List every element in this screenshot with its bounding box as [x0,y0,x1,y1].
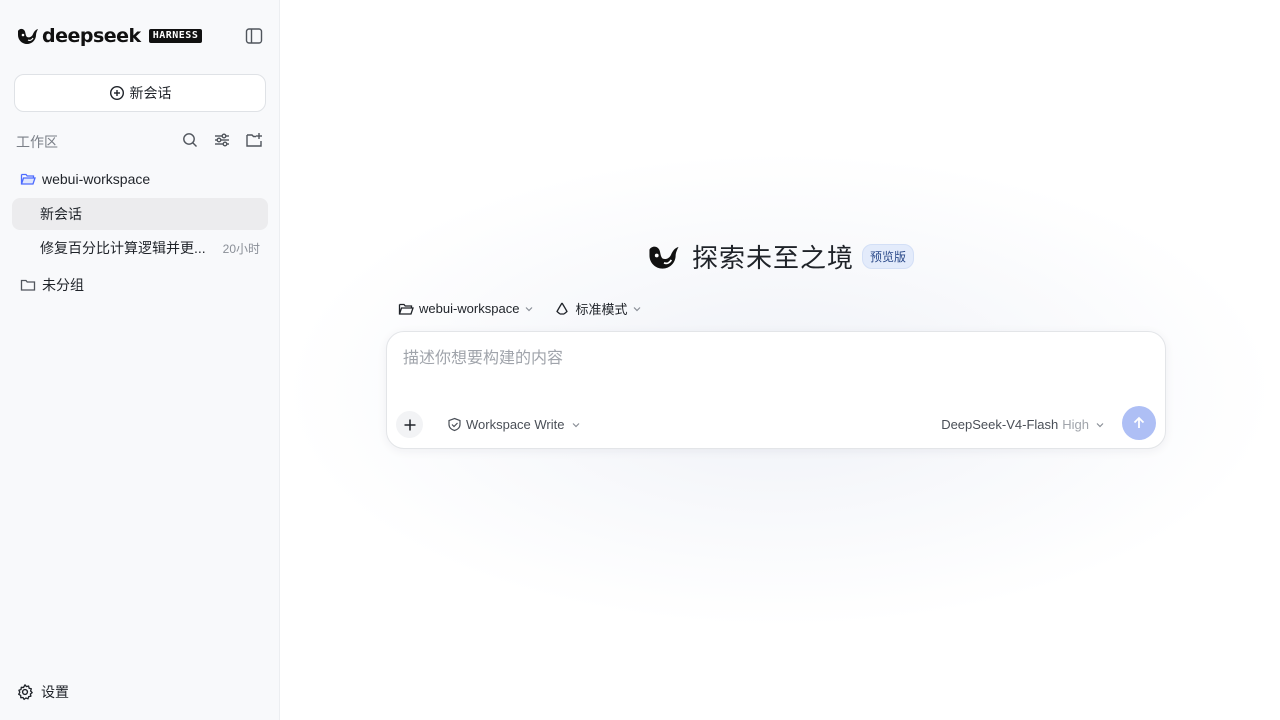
search-icon[interactable] [180,130,200,150]
brand-badge: HARNESS [148,29,203,43]
shield-check-icon [448,417,461,432]
preview-badge: 预览版 [862,244,915,269]
folder-open-icon [20,173,36,185]
context-selectors: webui-workspace 标准模式 [398,299,662,318]
mode-selector-label: 标准模式 [575,302,628,317]
hero-heading: 探索未至之境 预览版 [646,238,915,275]
model-name: DeepSeek-V4-Flash [941,417,1059,432]
main-area: 探索未至之境 预览版 webui-workspace 标准模式 Workspac… [280,0,1280,720]
folder-ungrouped[interactable]: 未分组 [12,269,268,301]
mode-selector[interactable]: 标准模式 [554,299,642,318]
folder-name: 未分组 [42,277,84,293]
chevron-down-icon [572,422,579,427]
chevron-down-icon [526,306,533,311]
whale-icon [18,28,38,44]
new-chat-label: 新会话 [129,85,172,101]
send-button[interactable] [1122,406,1156,440]
arrow-up-icon [1133,416,1145,428]
folder-icon [20,279,36,291]
add-attachment-button[interactable] [396,411,423,438]
brand-name: deepseek [42,25,141,47]
prompt-composer: Workspace Write DeepSeek-V4-Flash High [386,331,1166,449]
permission-label: Workspace Write [466,417,565,432]
chat-time: 20小时 [222,241,260,256]
chat-item-new[interactable]: 新会话 [12,198,268,230]
workspace-selector-label: webui-workspace [419,301,520,316]
model-selector[interactable]: DeepSeek-V4-Flash High [941,417,1105,432]
filter-icon[interactable] [212,130,232,150]
new-folder-icon[interactable] [244,130,264,150]
brand: deepseek HARNESS [16,25,203,47]
chat-title: 新会话 [40,206,82,222]
sidebar-toggle-icon[interactable] [244,26,264,46]
whale-icon [649,246,679,269]
settings-button[interactable]: 设置 [16,682,69,702]
chevron-down-icon [634,306,641,311]
plus-icon [404,419,415,430]
page-title: 探索未至之境 [692,243,855,273]
chat-title: 修复百分比计算逻辑并更... [40,240,206,256]
folder-name: webui-workspace [42,171,151,187]
folder-webui-workspace[interactable]: webui-workspace [12,163,268,195]
permission-selector[interactable]: Workspace Write [447,417,581,432]
plus-circle-icon [109,85,124,101]
new-chat-button[interactable]: 新会话 [14,74,266,112]
folder-open-icon [398,303,414,315]
workspace-header: 工作区 [16,130,266,150]
workspace-section-title: 工作区 [16,134,58,150]
sidebar: deepseek HARNESS 新会话 工作区 webui-workspace… [0,0,280,720]
prompt-input[interactable] [403,346,1143,372]
effort-level: High [1062,417,1089,432]
chat-item-fix-percentage[interactable]: 修复百分比计算逻辑并更... 20小时 [12,232,268,264]
gear-icon [18,684,33,701]
workspace-selector[interactable]: webui-workspace [398,301,534,317]
recycle-icon [556,302,569,315]
settings-label: 设置 [41,684,69,700]
chevron-down-icon [1096,422,1104,427]
